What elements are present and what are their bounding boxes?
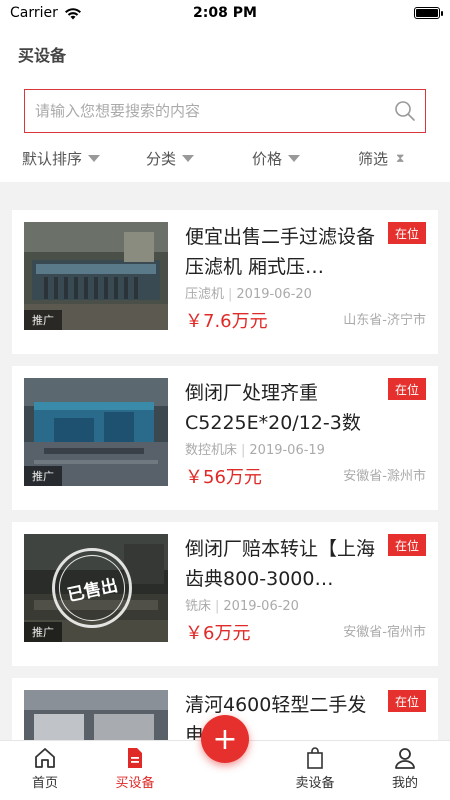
status-badge: 在位 <box>388 690 426 712</box>
hourglass-icon: ⧗ <box>396 150 405 165</box>
battery-icon <box>414 7 443 19</box>
tab-home[interactable]: 首页 <box>10 747 80 791</box>
filter-sort-label: 默认排序 <box>22 149 83 168</box>
tab-bar: 首页 买设备 + 卖设备 我的 <box>0 715 450 800</box>
tab-home-label: 首页 <box>31 776 58 791</box>
listing-location: 山东省-济宁市 <box>343 313 426 328</box>
sold-stamp: 已售出 <box>52 548 132 628</box>
listing-card[interactable]: 推广 便宜出售二手过滤设备 压滤机 厢式压… 在位 压滤机 | 2019-06-20… <box>12 210 438 354</box>
page-title: 买设备 <box>18 46 67 65</box>
listing-location: 安徽省-宿州市 <box>343 625 426 640</box>
filter-screen-label: 筛选 <box>358 149 389 168</box>
tab-mine-label: 我的 <box>391 776 418 791</box>
user-icon <box>395 748 415 769</box>
home-icon <box>35 748 55 768</box>
listing-card[interactable]: 推广 倒闭厂处理齐重C5225E*20/12-3数控… 在位 数控机床|2019… <box>12 366 438 510</box>
tab-sell[interactable]: 卖设备 <box>280 747 350 791</box>
status-time: 2:08 PM <box>193 5 257 21</box>
sold-stamp-label: 已售出 <box>52 548 132 628</box>
search-box[interactable] <box>24 89 426 133</box>
carrier-label: Carrier <box>10 5 58 21</box>
filter-bar: 默认排序 分类 价格 筛选 ⧗ <box>0 144 450 172</box>
filter-sort[interactable]: 默认排序 <box>22 148 101 169</box>
listing-title[interactable]: 倒闭厂处理齐重C5225E*20/12-3数控… <box>185 378 375 438</box>
listing-thumbnail[interactable]: 推广 <box>24 378 168 486</box>
listing-thumbnail[interactable]: 推广 <box>24 222 168 330</box>
chevron-down-icon <box>288 154 301 162</box>
listing-price: ￥56万元 <box>185 467 262 488</box>
meta-divider: | <box>215 599 220 614</box>
listing-title[interactable]: 倒闭厂赔本转让【上海齿典800-3000… <box>185 534 375 594</box>
promo-tag: 推广 <box>24 466 62 486</box>
wifi-icon <box>64 7 81 19</box>
listing-meta: 铣床 | 2019-06-20 <box>185 595 299 614</box>
listing-price: ￥7.6万元 <box>185 311 268 332</box>
listing-title[interactable]: 便宜出售二手过滤设备 压滤机 厢式压… <box>185 222 375 282</box>
listing-date: 2019-06-20 <box>236 287 312 302</box>
status-badge: 在位 <box>388 378 426 400</box>
add-post-button[interactable]: + <box>201 715 249 763</box>
status-left: Carrier <box>10 5 82 21</box>
chevron-down-icon <box>182 154 195 162</box>
listing-meta: 压滤机 | 2019-06-20 <box>185 283 312 302</box>
tab-buy[interactable]: 买设备 <box>100 747 170 791</box>
document-icon <box>128 748 142 768</box>
header: 买设备 默认排序 分类 价格 筛选 ⧗ <box>0 26 450 182</box>
promo-tag: 推广 <box>24 622 62 642</box>
listing-category: 压滤机 <box>185 287 225 302</box>
filter-category[interactable]: 分类 <box>146 148 195 169</box>
tab-mine[interactable]: 我的 <box>370 747 440 791</box>
search-input[interactable] <box>35 102 385 120</box>
shopping-bag-icon <box>307 747 323 769</box>
promo-tag: 推广 <box>24 310 62 330</box>
listing-card[interactable]: 已售出 推广 倒闭厂赔本转让【上海齿典800-3000… 在位 铣床 | 2019-… <box>12 522 438 666</box>
listing-price: ￥6万元 <box>185 623 251 644</box>
filter-category-label: 分类 <box>146 149 177 168</box>
status-badge: 在位 <box>388 222 426 244</box>
listing-meta: 数控机床 | 2019-06-19 <box>185 439 325 458</box>
listing-date: 2019-06-20 <box>223 599 299 614</box>
tab-sell-label: 卖设备 <box>295 776 335 791</box>
listing-location: 安徽省-滁州市 <box>343 469 426 484</box>
listing-category: 数控机床 <box>185 443 238 458</box>
listing-thumbnail[interactable]: 已售出 推广 <box>24 534 168 642</box>
status-bar: Carrier 2:08 PM <box>0 0 450 26</box>
listing-category: 铣床 <box>185 599 212 614</box>
search-icon[interactable] <box>385 91 425 131</box>
filter-screen[interactable]: 筛选 ⧗ <box>358 148 404 169</box>
meta-divider: | <box>241 443 246 458</box>
listing-date: 2019-06-19 <box>249 443 325 458</box>
status-badge: 在位 <box>388 534 426 556</box>
filter-price[interactable]: 价格 <box>252 148 301 169</box>
chevron-down-icon <box>88 154 101 162</box>
meta-divider: | <box>228 287 233 302</box>
tab-buy-label: 买设备 <box>115 776 155 791</box>
filter-price-label: 价格 <box>252 149 283 168</box>
